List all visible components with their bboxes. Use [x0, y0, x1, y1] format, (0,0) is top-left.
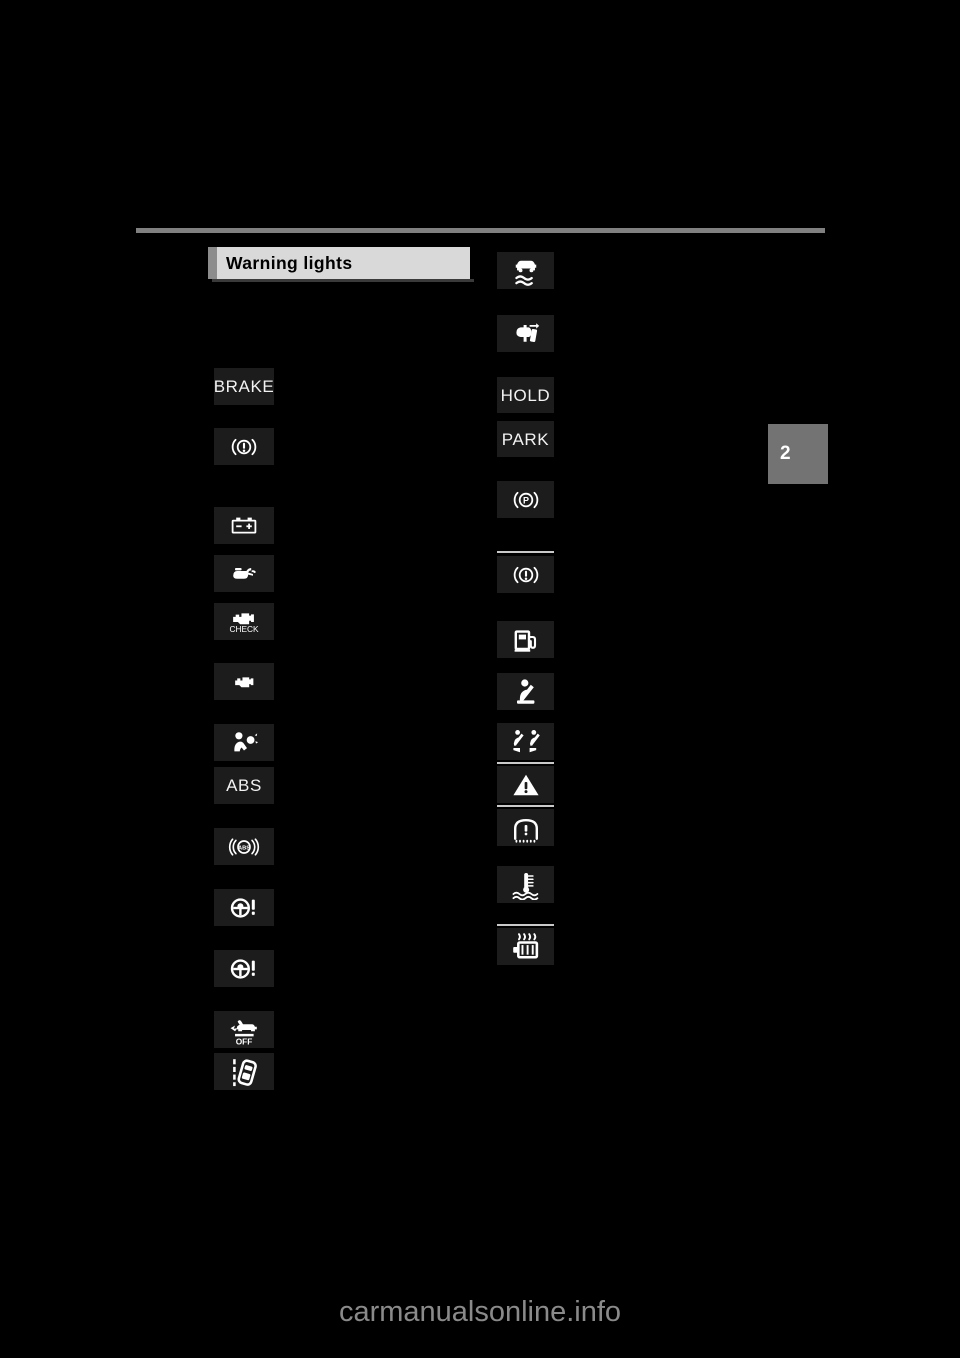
- header-rule: [136, 228, 825, 233]
- svg-text:CHECK: CHECK: [229, 624, 259, 634]
- malfunction-indicator-engine-icon-glyph: [220, 669, 268, 695]
- section-header-accent: [208, 247, 217, 279]
- driver-seatbelt-reminder-icon-glyph: [503, 677, 549, 707]
- master-warning-triangle-icon: [497, 766, 554, 803]
- power-steering-warning-icon-glyph: [218, 954, 270, 984]
- malfunction-indicator-engine-icon: [214, 663, 274, 700]
- tire-pressure-warning-icon-glyph: [503, 813, 549, 843]
- brake-assist-abs-warning-icon: ABS: [214, 828, 274, 865]
- parking-brake-p-indicator-icon-glyph: P: [499, 485, 553, 515]
- check-engine-text-icon: CHECK: [214, 603, 274, 640]
- chapter-tab: 2: [768, 424, 828, 484]
- electric-power-steering-warning-icon-glyph: [218, 893, 270, 923]
- hot-exhaust-glow-plug-icon: [497, 928, 554, 965]
- brake-system-warning-icon: [214, 428, 274, 465]
- hairline-above-brake-warning: [497, 551, 554, 553]
- svg-text:OFF: OFF: [236, 1036, 253, 1045]
- rear-seatbelt-reminder-icon: [497, 723, 554, 760]
- rear-seatbelt-reminder-icon-glyph: [499, 727, 553, 757]
- power-steering-warning-icon: [214, 950, 274, 987]
- abs-warning-text-icon-label: ABS: [226, 776, 262, 795]
- oil-pressure-warning-icon-glyph: [217, 559, 271, 589]
- brake-warning-text-icon: BRAKE: [214, 368, 274, 405]
- park-text-icon-label: PARK: [501, 429, 550, 449]
- svg-text:P: P: [522, 495, 528, 505]
- low-fuel-level-warning-icon: [497, 621, 554, 658]
- manual-page: Warning lights 2 BRAKE CHECK ABS ABS OFF HOL…: [0, 0, 960, 1358]
- brake-warning-exclamation-icon-glyph: [499, 560, 553, 590]
- svg-text:ABS: ABS: [238, 845, 250, 851]
- park-text-icon: PARK: [497, 421, 554, 457]
- skid-control-vsc-warning-icon: [497, 252, 554, 289]
- abs-warning-text-icon: ABS: [214, 767, 274, 804]
- hairline-above-master-warning: [497, 762, 554, 764]
- battery-charge-warning-icon: [214, 507, 274, 544]
- srs-airbag-warning-icon-glyph: [218, 728, 270, 758]
- battery-charge-warning-icon-glyph: [219, 511, 269, 541]
- electric-parking-brake-warning-icon-glyph: [502, 319, 550, 349]
- section-header-shadow: [212, 279, 474, 282]
- pre-collision-system-off-icon-glyph: OFF: [220, 1014, 268, 1046]
- pre-collision-system-off-icon: OFF: [214, 1011, 274, 1048]
- engine-coolant-temperature-warning-icon-glyph: [503, 870, 549, 900]
- brake-warning-text-icon-label: BRAKE: [213, 377, 275, 396]
- srs-airbag-warning-icon: [214, 724, 274, 761]
- low-fuel-level-warning-icon-glyph: [506, 625, 546, 655]
- hairline-above-tire-pressure: [497, 805, 554, 807]
- site-watermark: carmanualsonline.info: [338, 1296, 622, 1328]
- electric-parking-brake-warning-icon: [497, 315, 554, 352]
- lane-departure-alert-icon-glyph: [224, 1056, 264, 1088]
- hairline-above-glow-plug: [497, 924, 554, 926]
- tire-pressure-warning-icon: [497, 809, 554, 846]
- master-warning-triangle-icon-glyph: [504, 770, 548, 800]
- brake-hold-text-icon: HOLD: [497, 377, 554, 413]
- parking-brake-p-indicator-icon: P: [497, 481, 554, 518]
- electric-power-steering-warning-icon: [214, 889, 274, 926]
- page-title: Warning lights: [226, 252, 353, 273]
- brake-warning-exclamation-icon: [497, 556, 554, 593]
- brake-system-warning-icon-glyph: [217, 432, 271, 462]
- skid-control-vsc-warning-icon-glyph: [506, 255, 546, 287]
- check-engine-text-icon-glyph: CHECK: [218, 606, 270, 638]
- section-header: Warning lights: [208, 247, 474, 282]
- oil-pressure-warning-icon: [214, 555, 274, 592]
- driver-seatbelt-reminder-icon: [497, 673, 554, 710]
- lane-departure-alert-icon: [214, 1053, 274, 1090]
- engine-coolant-temperature-warning-icon: [497, 866, 554, 903]
- brake-hold-text-icon-label: HOLD: [500, 385, 551, 405]
- hot-exhaust-glow-plug-icon-glyph: [504, 931, 548, 963]
- brake-assist-abs-warning-icon-glyph: ABS: [217, 832, 271, 862]
